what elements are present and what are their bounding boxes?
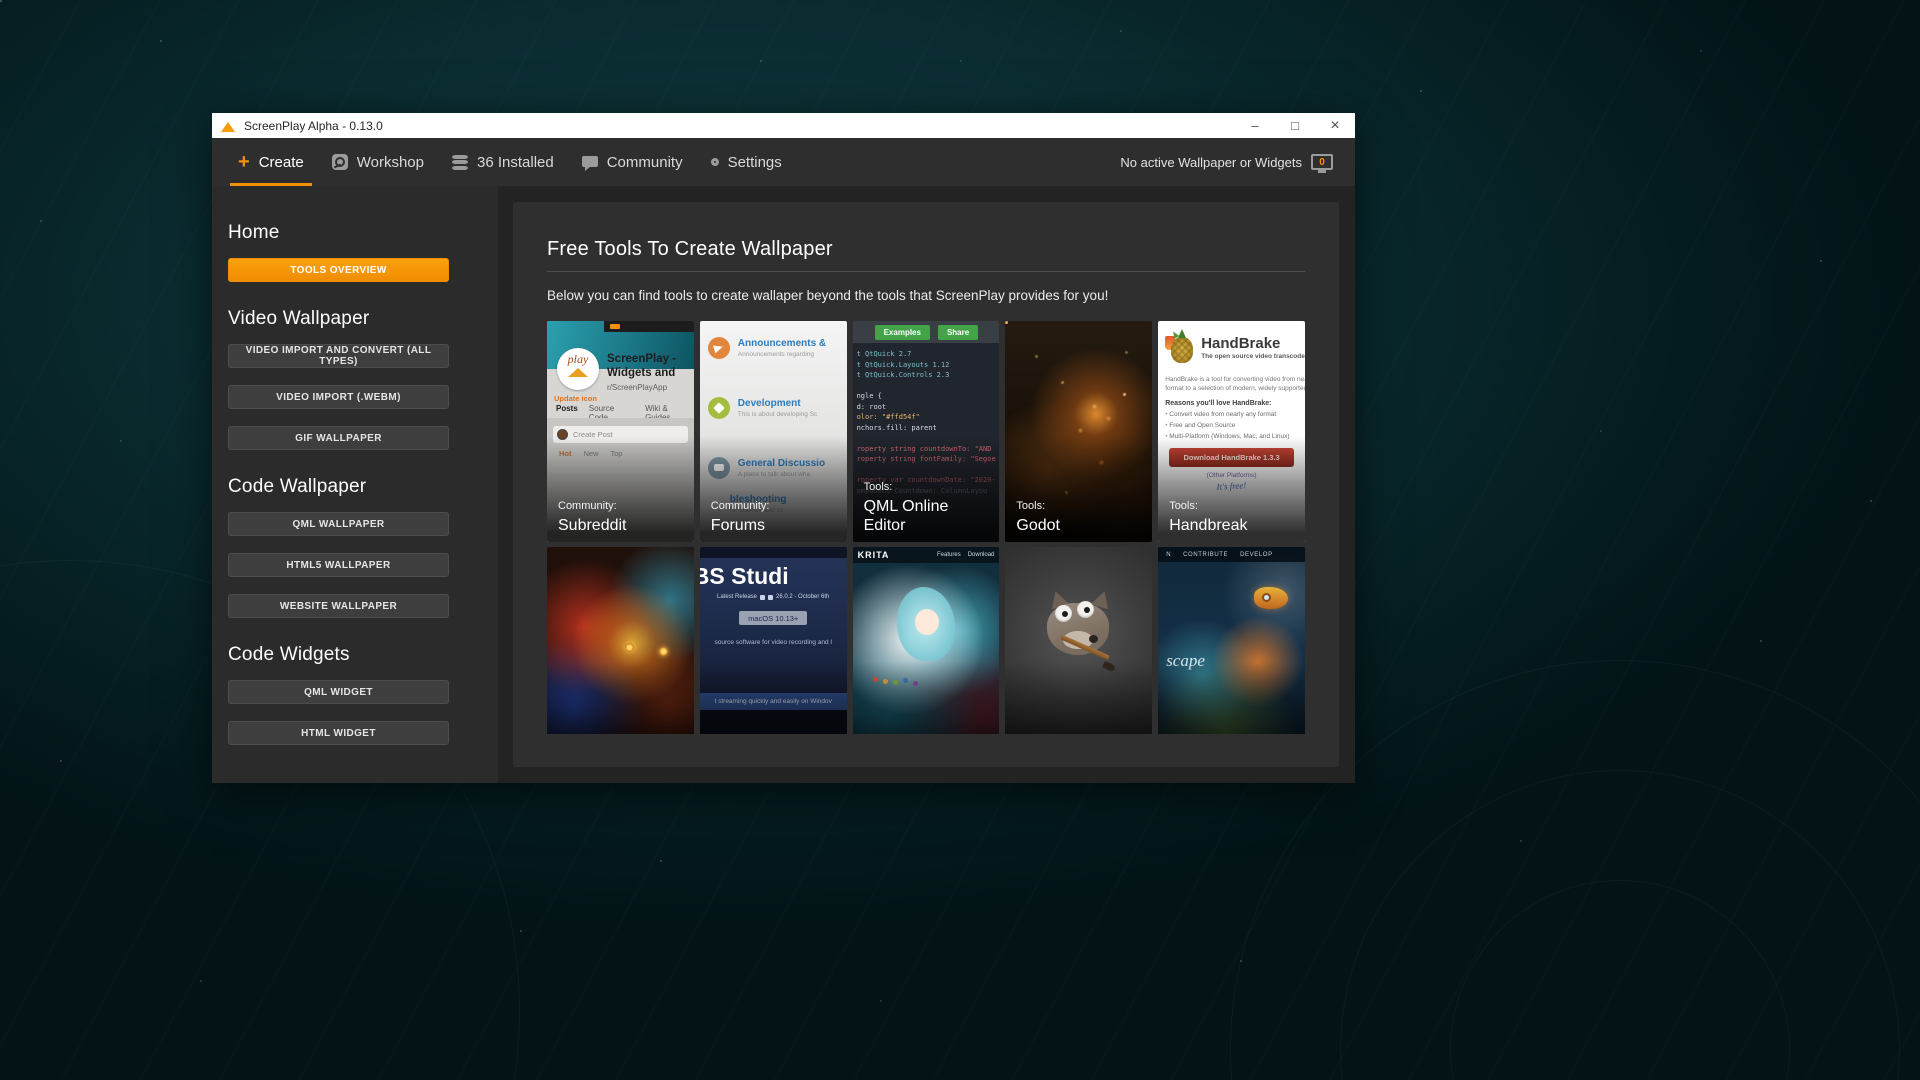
nav-create-label: Create [259, 154, 304, 171]
nav-workshop-label: Workshop [357, 154, 424, 171]
nav-settings-label: Settings [728, 154, 782, 171]
card-title: Godot [1016, 516, 1147, 535]
card-label: Community: Forums [711, 500, 842, 535]
card-category: Tools: [864, 481, 995, 493]
card-krita[interactable]: KRITA Features Download Tools: [853, 547, 1000, 734]
active-wallpaper-status: No active Wallpaper or Widgets 0 [1120, 154, 1333, 170]
sidebar-heading-code-widgets: Code Widgets [228, 644, 498, 666]
card-category: Tools: [1169, 500, 1300, 512]
card-forums[interactable]: Announcements & Announcements regarding … [700, 321, 847, 542]
minimize-button[interactable]: – [1235, 113, 1275, 138]
qml-widget-button[interactable]: QML WIDGET [228, 680, 449, 704]
card-shade [700, 547, 847, 734]
card-category: Community: [711, 500, 842, 512]
nav-tab-community[interactable]: Community [568, 138, 697, 186]
card-shade [853, 547, 1000, 734]
desktop: ScreenPlay Alpha - 0.13.0 – □ × + Create… [0, 0, 1920, 1080]
card-godot[interactable]: Tools: Godot [1005, 321, 1152, 542]
card-inkscape[interactable]: N CONTRIBUTE DEVELOP scape Tools: [1158, 547, 1305, 734]
sidebar-section-code-wallpaper: Code Wallpaper QML WALLPAPER HTML5 WALLP… [228, 476, 498, 618]
card-title: Handbreak [1169, 516, 1300, 535]
nav-tab-settings[interactable]: Settings [697, 138, 796, 186]
tool-card-grid: play Update icon ScreenPlay - Widgets an… [547, 321, 1305, 734]
tools-overview-button[interactable]: TOOLS OVERVIEW [228, 258, 449, 282]
video-import-convert-button[interactable]: VIDEO IMPORT AND CONVERT (ALL TYPES) [228, 344, 449, 368]
card-category: Community: [558, 500, 689, 512]
nav-tab-workshop[interactable]: Workshop [318, 138, 438, 186]
nav-community-label: Community [607, 154, 683, 171]
installed-stack-icon [452, 155, 468, 170]
nav-installed-label: 36 Installed [477, 154, 554, 171]
sidebar-heading-home: Home [228, 222, 498, 244]
monitor-count-badge: 0 [1319, 157, 1325, 168]
website-wallpaper-button[interactable]: WEBSITE WALLPAPER [228, 594, 449, 618]
card-title: Forums [711, 516, 842, 535]
title-bar[interactable]: ScreenPlay Alpha - 0.13.0 – □ × [212, 113, 1355, 138]
app-body: Home TOOLS OVERVIEW Video Wallpaper VIDE… [212, 186, 1355, 783]
html5-wallpaper-button[interactable]: HTML5 WALLPAPER [228, 553, 449, 577]
card-category: Tools: [1016, 500, 1147, 512]
card-handbrake[interactable]: HandBrake The open source video transcod… [1158, 321, 1305, 542]
chat-bubble-icon [582, 156, 598, 167]
sidebar-heading-video-wallpaper: Video Wallpaper [228, 308, 498, 330]
page-title: Free Tools To Create Wallpaper [547, 238, 1305, 261]
sidebar-section-video-wallpaper: Video Wallpaper VIDEO IMPORT AND CONVERT… [228, 308, 498, 450]
steam-workshop-icon [332, 154, 348, 170]
card-label: Tools: Godot [1016, 500, 1147, 535]
gear-icon [711, 158, 719, 166]
nav-tab-create[interactable]: + Create [224, 138, 318, 186]
card-subreddit[interactable]: play Update icon ScreenPlay - Widgets an… [547, 321, 694, 542]
page-subtitle: Below you can find tools to create walla… [547, 288, 1305, 303]
plus-icon: + [238, 152, 250, 172]
sidebar-section-home: Home TOOLS OVERVIEW [228, 222, 498, 282]
card-label: Tools: Handbreak [1169, 500, 1300, 535]
screenplay-logo-icon [221, 122, 235, 132]
gif-wallpaper-button[interactable]: GIF WALLPAPER [228, 426, 449, 450]
screenplay-window: ScreenPlay Alpha - 0.13.0 – □ × + Create… [212, 113, 1355, 783]
card-shade [547, 547, 694, 734]
card-shade [1158, 547, 1305, 734]
desktop-stars-decoration [0, 0, 2, 2]
sidebar-section-code-widgets: Code Widgets QML WIDGET HTML WIDGET [228, 644, 498, 745]
html-widget-button[interactable]: HTML WIDGET [228, 721, 449, 745]
card-label: Community: Subreddit [558, 500, 689, 535]
video-import-webm-button[interactable]: VIDEO IMPORT (.WEBM) [228, 385, 449, 409]
nav-bar: + Create Workshop 36 Installed Community… [212, 138, 1355, 186]
close-button[interactable]: × [1315, 113, 1355, 138]
sidebar: Home TOOLS OVERVIEW Video Wallpaper VIDE… [212, 186, 498, 783]
monitor-icon: 0 [1311, 154, 1333, 170]
card-qml-online-editor[interactable]: Examples Share t QtQuick 2.7 t QtQuick.L… [853, 321, 1000, 542]
card-title: Subreddit [558, 516, 689, 535]
card-title: QML Online Editor [864, 497, 995, 535]
content-area: Free Tools To Create Wallpaper Below you… [498, 186, 1355, 783]
card-label: Tools: QML Online Editor [864, 481, 995, 535]
window-controls: – □ × [1235, 113, 1355, 138]
nav-tab-installed[interactable]: 36 Installed [438, 138, 568, 186]
card-obs-studio[interactable]: BS Studi Latest Release 26.0.2 - October… [700, 547, 847, 734]
card-artwork-tool[interactable]: Tools: [547, 547, 694, 734]
window-title: ScreenPlay Alpha - 0.13.0 [244, 119, 383, 133]
title-divider [547, 271, 1305, 272]
qml-wallpaper-button[interactable]: QML WALLPAPER [228, 512, 449, 536]
maximize-button[interactable]: □ [1275, 113, 1315, 138]
sidebar-heading-code-wallpaper: Code Wallpaper [228, 476, 498, 498]
card-gimp[interactable]: Tools: [1005, 547, 1152, 734]
status-text: No active Wallpaper or Widgets [1120, 155, 1302, 170]
tools-panel: Free Tools To Create Wallpaper Below you… [513, 202, 1339, 767]
card-shade [1005, 547, 1152, 734]
